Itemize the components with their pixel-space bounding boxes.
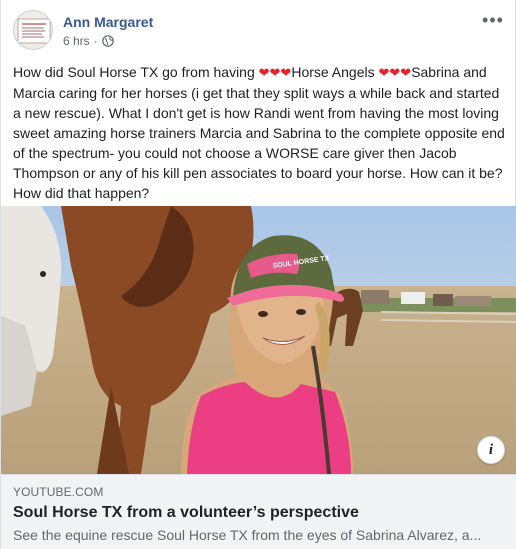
meta-separator: · [93, 34, 98, 48]
post-time[interactable]: 6 hrs [63, 34, 90, 48]
post-text: How did Soul Horse TX go from having ❤❤❤… [13, 62, 505, 203]
post-meta: 6 hrs · [63, 34, 114, 48]
author-name[interactable]: Ann Margaret [63, 14, 153, 30]
post-text-part-1: How did Soul Horse TX go from having [13, 64, 259, 80]
post-text-part-3: Sabrina and Marcia caring for her horses… [13, 64, 505, 201]
link-title[interactable]: Soul Horse TX from a volunteer’s perspec… [13, 504, 505, 522]
info-icon[interactable]: i [477, 436, 505, 464]
avatar-image [14, 11, 52, 49]
video-thumbnail[interactable]: SOUL HORSE TX i [1, 206, 516, 474]
post-header: Ann Margaret 6 hrs · ••• [13, 10, 505, 54]
video-thumbnail-image: SOUL HORSE TX [1, 206, 516, 474]
link-domain: YOUTUBE.COM [13, 485, 104, 499]
heart-icon: ❤❤❤ [378, 65, 412, 80]
more-options-icon[interactable]: ••• [481, 11, 505, 29]
heart-icon: ❤❤❤ [258, 65, 292, 80]
link-preview-card[interactable]: YOUTUBE.COM Soul Horse TX from a volunte… [1, 474, 516, 549]
globe-icon[interactable] [101, 35, 114, 47]
post-text-part-2: Horse Angels [291, 64, 379, 80]
facebook-post: Ann Margaret 6 hrs · ••• How did Soul Ho… [0, 0, 516, 549]
link-description: See the equine rescue Soul Horse TX from… [13, 527, 482, 543]
avatar[interactable] [13, 10, 53, 50]
